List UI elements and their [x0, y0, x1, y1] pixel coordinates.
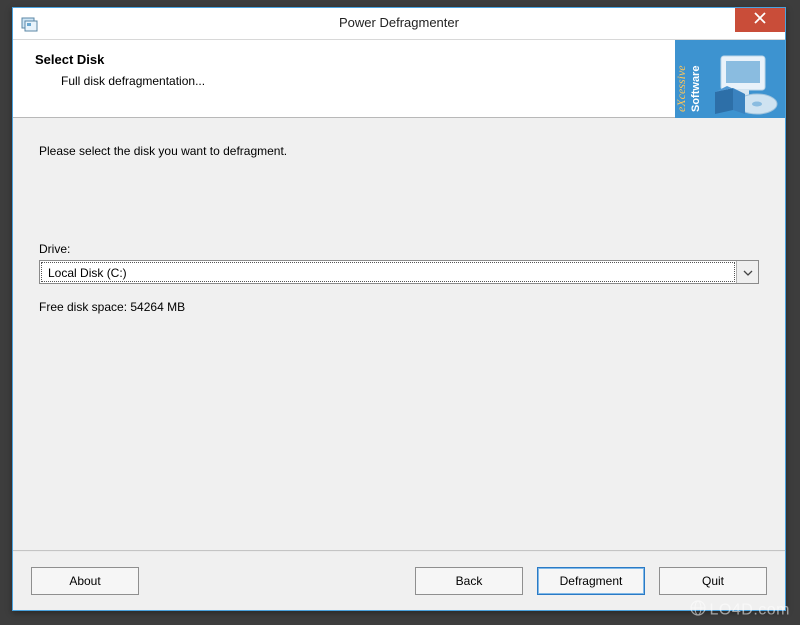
- quit-button[interactable]: Quit: [659, 567, 767, 595]
- about-button[interactable]: About: [31, 567, 139, 595]
- button-bar: About Back Defragment Quit: [13, 552, 785, 610]
- drive-combobox[interactable]: Local Disk (C:): [39, 260, 759, 284]
- svg-text:Software: Software: [690, 66, 702, 112]
- watermark: LO4D.com: [690, 600, 790, 621]
- globe-icon: [690, 600, 706, 621]
- brand-logo: eXcessive Software: [675, 40, 785, 118]
- page-subtitle: Full disk defragmentation...: [61, 74, 205, 88]
- app-window: Power Defragmenter Select Disk Full disk…: [12, 7, 786, 611]
- content-area: Please select the disk you want to defra…: [13, 118, 785, 552]
- close-button[interactable]: [735, 8, 785, 32]
- window-title: Power Defragmenter: [13, 15, 785, 30]
- drive-label: Drive:: [39, 242, 759, 256]
- chevron-down-icon: [743, 265, 753, 279]
- drive-section: Drive: Local Disk (C:) Free disk space: …: [39, 242, 759, 314]
- defragment-button[interactable]: Defragment: [537, 567, 645, 595]
- close-icon: [754, 11, 766, 27]
- back-button[interactable]: Back: [415, 567, 523, 595]
- watermark-text: LO4D.com: [710, 602, 790, 619]
- drive-selected-text: Local Disk (C:): [41, 262, 735, 282]
- free-space-text: Free disk space: 54264 MB: [39, 300, 759, 314]
- svg-text:eXcessive: eXcessive: [675, 65, 688, 112]
- page-title: Select Disk: [35, 52, 104, 67]
- titlebar[interactable]: Power Defragmenter: [13, 8, 785, 40]
- combobox-arrow-button[interactable]: [736, 261, 758, 283]
- wizard-header: Select Disk Full disk defragmentation...…: [13, 40, 785, 118]
- instruction-text: Please select the disk you want to defra…: [39, 144, 759, 158]
